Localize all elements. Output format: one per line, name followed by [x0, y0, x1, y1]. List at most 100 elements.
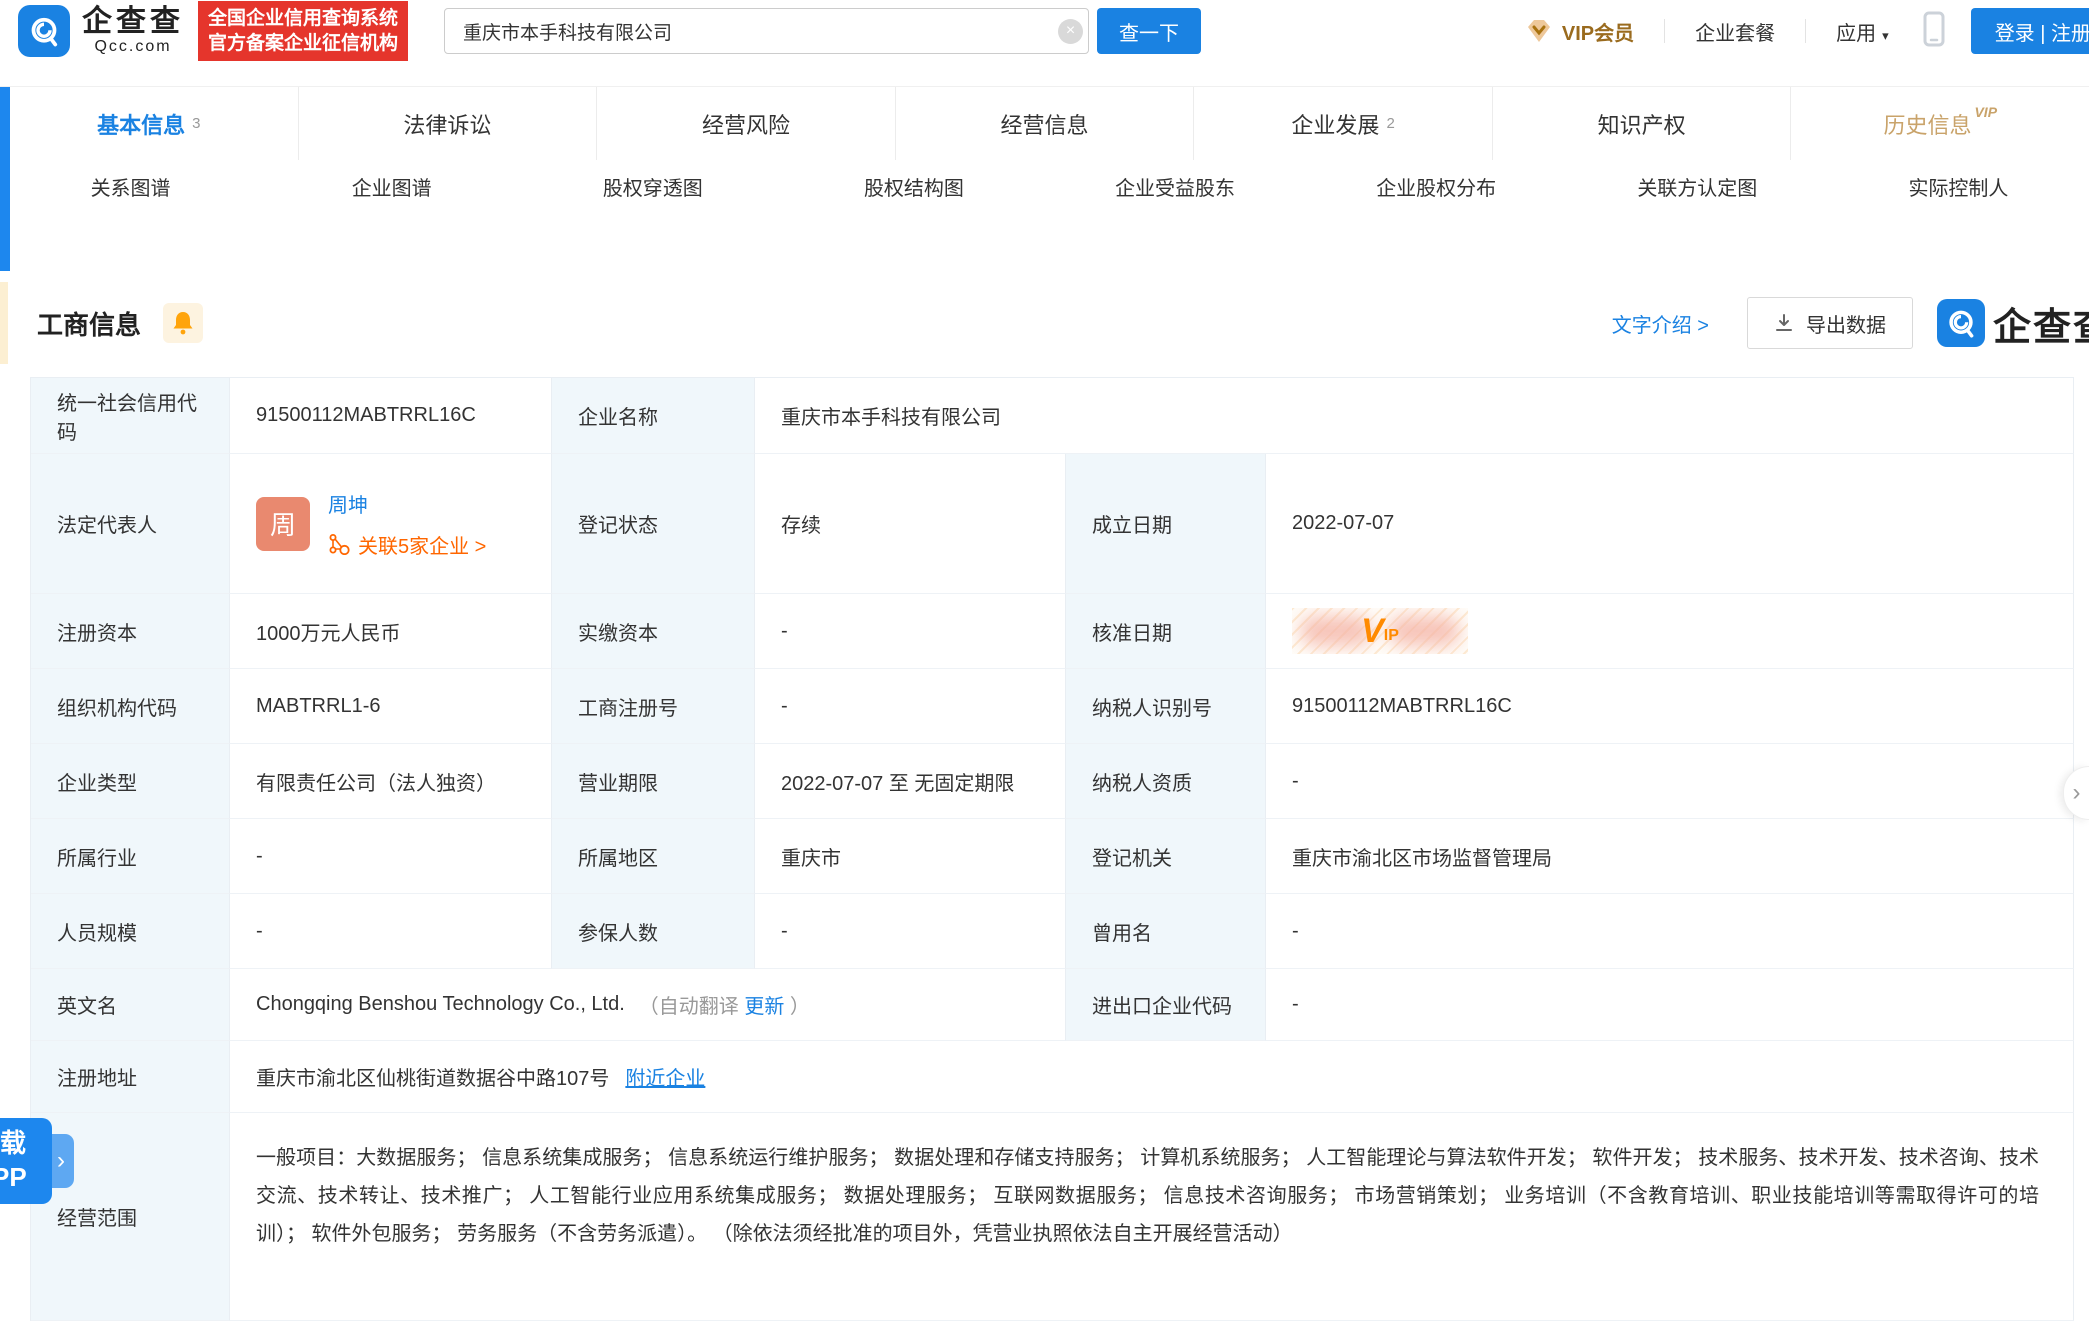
value-import-export-code: -	[1266, 969, 2074, 1041]
label-establishment-date: 成立日期	[1066, 454, 1266, 594]
label-import-export-code: 进出口企业代码	[1066, 969, 1266, 1041]
divider	[1664, 19, 1665, 43]
vip-badge: VIP	[1974, 104, 1997, 120]
search-input[interactable]	[444, 8, 1089, 54]
download-app-widget[interactable]: 下载 APP	[0, 1118, 52, 1204]
search-button[interactable]: 查一下	[1097, 8, 1201, 54]
value-paid-capital: -	[755, 594, 1066, 669]
value-approval-date: VIP	[1266, 594, 2074, 669]
chevron-down-icon: ▾	[1882, 28, 1889, 43]
subscribe-bell-icon[interactable]	[163, 303, 203, 343]
vip-diamond-icon	[1525, 18, 1553, 44]
tab-basic-info[interactable]: 基本信息3	[0, 87, 298, 160]
search-area: × 查一下	[444, 8, 1201, 54]
vip-lock-logo: V	[1361, 614, 1384, 648]
legal-rep-name-link[interactable]: 周坤	[328, 489, 486, 518]
label-company-type: 企业类型	[31, 744, 230, 819]
qcc-watermark-icon	[1937, 299, 1985, 347]
qcc-logo-icon	[18, 5, 70, 57]
subnav-relation-graph[interactable]: 关系图谱	[0, 172, 261, 201]
label-registration-status: 登记状态	[552, 454, 755, 594]
tab-history-info[interactable]: 历史信息VIP	[1790, 87, 2089, 160]
vip-member-menu[interactable]: VIP会员	[1525, 17, 1634, 46]
clear-search-icon[interactable]: ×	[1058, 19, 1083, 44]
label-approval-date: 核准日期	[1066, 594, 1266, 669]
text-intro-link[interactable]: 文字介绍 >	[1612, 309, 1709, 338]
subnav-company-graph[interactable]: 企业图谱	[261, 172, 522, 201]
value-staff-size: -	[230, 894, 552, 969]
export-data-button[interactable]: 导出数据	[1747, 297, 1913, 349]
label-registered-address: 注册地址	[31, 1041, 230, 1113]
value-registration-number: -	[755, 669, 1066, 744]
value-org-code: MABTRRL1-6	[230, 669, 552, 744]
divider	[1805, 19, 1806, 43]
value-registration-authority: 重庆市渝北区市场监督管理局	[1266, 819, 2074, 894]
network-icon	[328, 533, 350, 555]
tab-intellectual-property[interactable]: 知识产权	[1492, 87, 1791, 160]
label-registered-capital: 注册资本	[31, 594, 230, 669]
qcc-logo[interactable]: 企查查 Qcc.com	[18, 5, 184, 57]
left-cream-bar	[0, 282, 8, 364]
label-credit-code: 统一社会信用代码	[31, 378, 230, 454]
gov-credit-badge: 全国企业信用查询系统 官方备案企业征信机构	[198, 1, 408, 61]
label-region: 所属地区	[552, 819, 755, 894]
subnav-beneficial-shareholders[interactable]: 企业受益股东	[1045, 172, 1306, 201]
label-former-name: 曾用名	[1066, 894, 1266, 969]
qcc-watermark-text: 企查查	[1993, 296, 2089, 351]
nearby-companies-link[interactable]: 附近企业	[625, 1062, 705, 1091]
label-paid-capital: 实缴资本	[552, 594, 755, 669]
download-icon	[1774, 313, 1794, 333]
label-registration-number: 工商注册号	[552, 669, 755, 744]
section-title: 工商信息	[37, 305, 141, 342]
value-region: 重庆市	[755, 819, 1066, 894]
enterprise-package-menu[interactable]: 企业套餐	[1695, 17, 1775, 46]
tab-count: 3	[192, 115, 200, 132]
label-english-name: 英文名	[31, 969, 230, 1041]
subnav-equity-structure[interactable]: 股权结构图	[783, 172, 1044, 201]
legal-rep-avatar[interactable]: 周	[256, 497, 310, 551]
subnav-equity-distribution[interactable]: 企业股权分布	[1306, 172, 1567, 201]
top-header: 企查查 Qcc.com 全国企业信用查询系统 官方备案企业征信机构 × 查一下 …	[0, 0, 2089, 62]
subnav-actual-controller[interactable]: 实际控制人	[1828, 172, 2089, 201]
label-taxpayer-quality: 纳税人资质	[1066, 744, 1266, 819]
subnav-equity-penetration[interactable]: 股权穿透图	[522, 172, 783, 201]
tab-business-info[interactable]: 经营信息	[895, 87, 1194, 160]
main-tab-bar: 基本信息3 法律诉讼 经营风险 经营信息 企业发展2 知识产权 历史信息VIP	[0, 86, 2089, 160]
label-taxpayer-id: 纳税人识别号	[1066, 669, 1266, 744]
tab-company-development[interactable]: 企业发展2	[1193, 87, 1492, 160]
label-industry: 所属行业	[31, 819, 230, 894]
tab-legal-proceedings[interactable]: 法律诉讼	[298, 87, 597, 160]
value-insured-count: -	[755, 894, 1066, 969]
subnav-related-party-graph[interactable]: 关联方认定图	[1567, 172, 1828, 201]
value-taxpayer-quality: -	[1266, 744, 2074, 819]
value-legal-representative: 周 周坤 关联5家企业 >	[230, 454, 552, 594]
login-register-button[interactable]: 登录 | 注册	[1971, 8, 2089, 54]
business-info-table: 统一社会信用代码 91500112MABTRRL16C 企业名称 重庆市本手科技…	[30, 377, 2074, 1321]
label-org-code: 组织机构代码	[31, 669, 230, 744]
value-registration-status: 存续	[755, 454, 1066, 594]
label-staff-size: 人员规模	[31, 894, 230, 969]
logo-subtext: Qcc.com	[82, 38, 184, 56]
qcc-watermark: 企查查	[1937, 296, 2089, 351]
value-taxpayer-id: 91500112MABTRRL16C	[1266, 669, 2074, 744]
value-business-term: 2022-07-07 至 无固定期限	[755, 744, 1066, 819]
left-accent-bar	[0, 87, 10, 271]
graph-subnav: 关系图谱 企业图谱 股权穿透图 股权结构图 企业受益股东 企业股权分布 关联方认…	[0, 160, 2089, 212]
value-industry: -	[230, 819, 552, 894]
related-companies-link[interactable]: 关联5家企业 >	[328, 530, 486, 559]
value-former-name: -	[1266, 894, 2074, 969]
vip-locked-content[interactable]: VIP	[1292, 608, 1468, 654]
tab-operational-risk[interactable]: 经营风险	[596, 87, 895, 160]
mobile-app-icon[interactable]	[1923, 11, 1945, 52]
label-insured-count: 参保人数	[552, 894, 755, 969]
update-translation-link[interactable]: 更新	[744, 996, 784, 1018]
label-company-name: 企业名称	[552, 378, 755, 454]
value-company-name: 重庆市本手科技有限公司	[755, 378, 2074, 454]
logo-text: 企查查	[82, 6, 184, 38]
value-business-scope: 一般项目：大数据服务； 信息系统集成服务； 信息系统运行维护服务； 数据处理和存…	[230, 1113, 2074, 1321]
value-english-name: Chongqing Benshou Technology Co., Ltd. （…	[230, 969, 1066, 1041]
value-registered-capital: 1000万元人民币	[230, 594, 552, 669]
value-credit-code: 91500112MABTRRL16C	[230, 378, 552, 454]
apps-menu[interactable]: 应用▾	[1836, 17, 1889, 46]
value-establishment-date: 2022-07-07	[1266, 454, 2074, 594]
